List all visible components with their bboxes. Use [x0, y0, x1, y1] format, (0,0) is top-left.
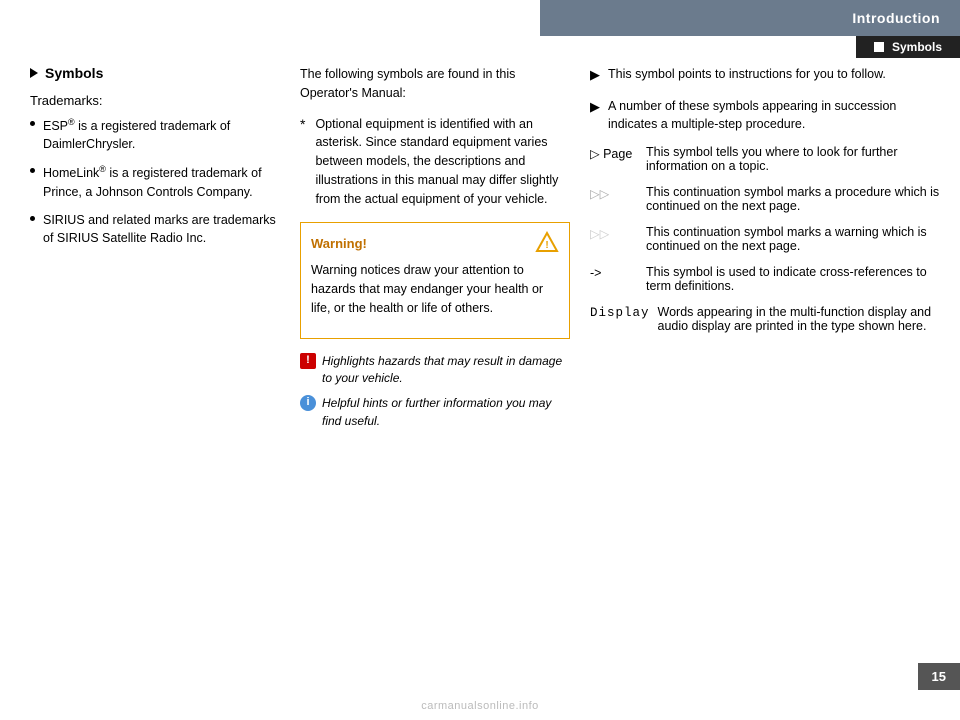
- middle-column: The following symbols are found in this …: [300, 65, 570, 660]
- continuation-label-2: ▷▷: [590, 226, 638, 241]
- watermark: carmanualsonline.info: [421, 700, 539, 712]
- warning-triangle-icon: !: [535, 231, 559, 255]
- continuation-row-2: ▷▷ This continuation symbol marks a warn…: [590, 225, 940, 253]
- triangle-icon: [30, 68, 38, 78]
- section-title: Symbols: [30, 65, 280, 81]
- display-text: Words appearing in the multi-function di…: [658, 305, 940, 333]
- bullet-dot: [30, 121, 35, 126]
- display-label: Display: [590, 306, 650, 320]
- arrow-dash-row: -> This symbol is used to indicate cross…: [590, 265, 940, 293]
- display-row: Display Words appearing in the multi-fun…: [590, 305, 940, 333]
- symbol-row-1: ▶ This symbol points to instructions for…: [590, 65, 940, 85]
- info-icon: i: [300, 395, 316, 411]
- info-text: Helpful hints or further information you…: [322, 395, 570, 430]
- symbols-tab-label: Symbols: [892, 40, 942, 54]
- list-item: SIRIUS and related marks are trademarks …: [30, 211, 280, 247]
- asterisk-symbol: *: [300, 114, 305, 135]
- left-column: Symbols Trademarks: ESP® is a registered…: [30, 65, 280, 660]
- page-row: ▷ Page This symbol tells you where to lo…: [590, 145, 940, 173]
- page-number: 15: [918, 663, 960, 690]
- bullet-text: SIRIUS and related marks are trademarks …: [43, 211, 280, 247]
- info-row: i Helpful hints or further information y…: [300, 395, 570, 430]
- arrow-dash-text: This symbol is used to indicate cross-re…: [646, 265, 940, 293]
- section-title-label: Symbols: [45, 65, 103, 81]
- bullet-dot: [30, 216, 35, 221]
- arrow-text-2: A number of these symbols appearing in s…: [608, 97, 940, 133]
- right-column: ▶ This symbol points to instructions for…: [590, 65, 940, 660]
- bullet-text: HomeLink® is a registered trademark of P…: [43, 163, 280, 200]
- arrow-text-1: This symbol points to instructions for y…: [608, 65, 940, 83]
- warning-body: Warning notices draw your attention to h…: [311, 261, 559, 317]
- hazard-text: Highlights hazards that may result in da…: [322, 353, 570, 388]
- asterisk-row: * Optional equipment is identified with …: [300, 115, 570, 209]
- list-item: ESP® is a registered trademark of Daimle…: [30, 116, 280, 153]
- arrow-icon-1: ▶: [590, 66, 600, 85]
- warning-box: Warning! ! Warning notices draw your att…: [300, 222, 570, 338]
- warning-header: Warning! !: [311, 231, 559, 255]
- arrow-icon-2: ▶: [590, 98, 600, 117]
- continuation-label-1: ▷▷: [590, 186, 638, 201]
- continuation-row-1: ▷▷ This continuation symbol marks a proc…: [590, 185, 940, 213]
- hazard-row: ! Highlights hazards that may result in …: [300, 353, 570, 388]
- intro-text: The following symbols are found in this …: [300, 65, 570, 103]
- header-bar: Introduction: [540, 0, 960, 36]
- trademarks-label: Trademarks:: [30, 93, 280, 108]
- warning-label: Warning!: [311, 236, 367, 251]
- bullet-dot: [30, 168, 35, 173]
- list-item: HomeLink® is a registered trademark of P…: [30, 163, 280, 200]
- asterisk-text: Optional equipment is identified with an…: [315, 115, 570, 209]
- page-text: This symbol tells you where to look for …: [646, 145, 940, 173]
- continuation-text-2: This continuation symbol marks a warning…: [646, 225, 940, 253]
- bullet-list: ESP® is a registered trademark of Daimle…: [30, 116, 280, 247]
- arrow-dash-label: ->: [590, 266, 638, 280]
- symbol-row-2: ▶ A number of these symbols appearing in…: [590, 97, 940, 133]
- page-label: ▷ Page: [590, 146, 638, 161]
- continuation-text-1: This continuation symbol marks a procedu…: [646, 185, 940, 213]
- hazard-icon: !: [300, 353, 316, 369]
- bullet-text: ESP® is a registered trademark of Daimle…: [43, 116, 280, 153]
- main-content: Symbols Trademarks: ESP® is a registered…: [0, 55, 960, 660]
- svg-text:!: !: [545, 240, 548, 251]
- header-title: Introduction: [852, 10, 940, 26]
